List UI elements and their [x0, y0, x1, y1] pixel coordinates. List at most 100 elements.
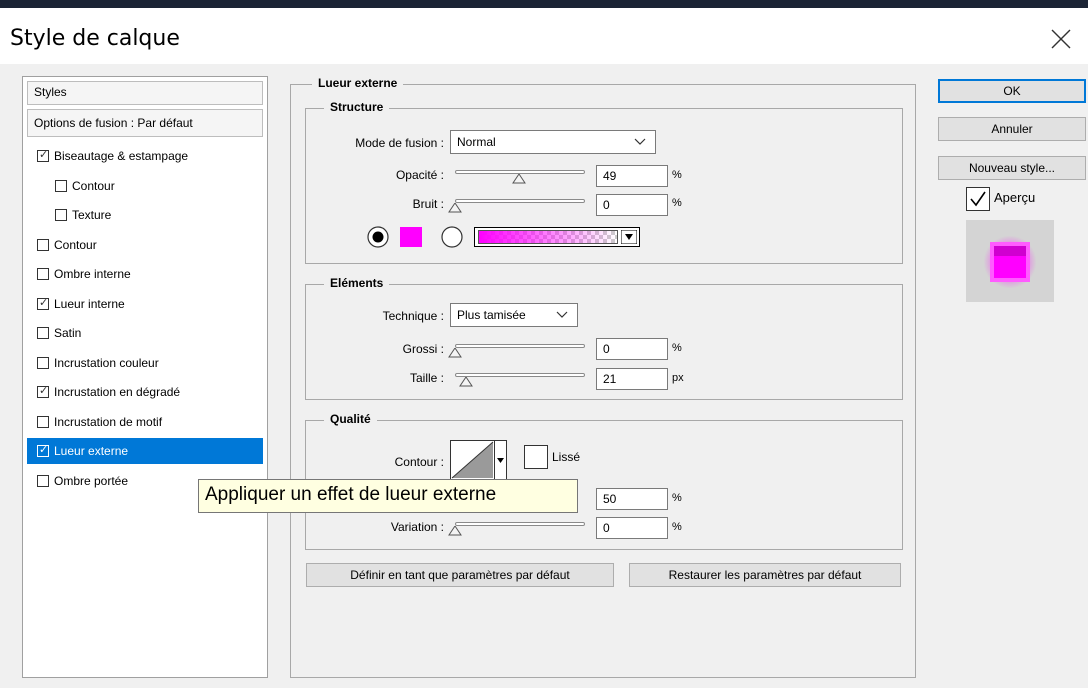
opacity-unit: % [672, 169, 682, 181]
gradient-preview [478, 230, 618, 244]
preview-label: Aperçu [994, 190, 1036, 205]
style-checkbox[interactable] [37, 474, 49, 487]
style-checkbox[interactable] [37, 443, 49, 457]
style-label: Incrustation en dégradé [54, 385, 181, 399]
solid-color-radio[interactable] [366, 225, 390, 249]
style-checkbox[interactable] [37, 356, 49, 369]
styles-header[interactable]: Styles [27, 81, 263, 105]
blend-mode-value: Normal [457, 135, 496, 149]
styles-list-item[interactable]: Texture [27, 202, 263, 228]
contour-curve-icon [450, 440, 507, 480]
style-checkbox[interactable] [37, 296, 49, 310]
spread-label: Grossi : [402, 342, 444, 356]
style-label: Lueur interne [54, 296, 125, 311]
antialias-label: Lissé [552, 450, 581, 464]
spread-unit: % [672, 342, 682, 354]
style-label: Contour [54, 237, 97, 252]
style-label: Ombre portée [54, 473, 129, 488]
styles-list-item[interactable]: Biseautage & estampage [27, 143, 263, 169]
styles-list-item[interactable]: Incrustation couleur [27, 350, 263, 376]
dialog-title: Style de calque [10, 26, 180, 51]
spread-input[interactable]: 0 [596, 338, 668, 360]
preview-checkbox[interactable] [966, 187, 990, 211]
chevron-down-icon [556, 311, 568, 318]
jitter-slider-track[interactable] [455, 522, 585, 526]
styles-list-item[interactable]: Incrustation de motif [27, 409, 263, 435]
style-label: Satin [54, 326, 82, 340]
style-checkbox[interactable] [37, 268, 49, 280]
style-label: Incrustation de motif [54, 414, 163, 429]
spread-slider-thumb[interactable] [448, 348, 462, 358]
dialog-titlebar: Style de calque [0, 8, 1088, 64]
make-default-button[interactable]: Définir en tant que paramètres par défau… [306, 563, 614, 587]
antialias-checkbox[interactable] [524, 445, 548, 469]
preview-thumbnail [966, 220, 1054, 302]
style-checkbox[interactable] [37, 384, 49, 398]
size-label: Taille : [409, 371, 444, 385]
style-checkbox[interactable] [55, 209, 67, 221]
styles-list-item[interactable]: Contour [27, 232, 263, 258]
jitter-unit: % [672, 521, 682, 533]
contour-picker[interactable] [450, 440, 508, 480]
preview-square [990, 242, 1030, 282]
style-label: Texture [72, 208, 112, 222]
contour-label: Contour : [394, 455, 444, 469]
noise-input[interactable]: 0 [596, 194, 668, 216]
styles-panel: Styles Options de fusion : Par défaut Bi… [22, 76, 268, 678]
style-checkbox[interactable] [37, 148, 49, 162]
cancel-button[interactable]: Annuler [938, 117, 1086, 141]
noise-slider-track[interactable] [455, 199, 585, 203]
opacity-label: Opacité : [395, 168, 444, 182]
elements-title: Eléments [324, 276, 390, 290]
blending-options-item[interactable]: Options de fusion : Par défaut [27, 109, 263, 137]
color-swatch[interactable] [400, 227, 422, 247]
gradient-radio[interactable] [440, 225, 464, 249]
spread-slider-track[interactable] [455, 344, 585, 348]
opacity-slider-thumb[interactable] [511, 174, 526, 184]
technique-label: Technique : [382, 309, 444, 323]
styles-list-item[interactable]: Ombre interne [27, 261, 263, 287]
close-icon[interactable] [1046, 24, 1076, 54]
styles-list-item[interactable]: Lueur interne [27, 291, 263, 317]
style-checkbox[interactable] [37, 327, 49, 339]
new-style-button[interactable]: Nouveau style... [938, 156, 1086, 180]
style-checkbox[interactable] [37, 238, 49, 251]
size-input[interactable]: 21 [596, 368, 668, 390]
style-checkbox[interactable] [37, 415, 49, 428]
size-slider-thumb[interactable] [458, 377, 473, 387]
size-unit: px [672, 372, 684, 384]
blend-mode-label: Mode de fusion : [355, 136, 444, 150]
tooltip: Appliquer un effet de lueur externe [198, 479, 578, 513]
style-label: Lueur externe [54, 444, 129, 458]
noise-unit: % [672, 197, 682, 209]
jitter-label: Variation : [390, 520, 444, 534]
outer-glow-title: Lueur externe [312, 76, 404, 90]
style-label: Biseautage & estampage [54, 149, 189, 163]
ok-button[interactable]: OK [938, 79, 1086, 103]
styles-list-item[interactable]: Incrustation en dégradé [27, 379, 263, 405]
style-label: Incrustation couleur [54, 355, 159, 370]
styles-list-item[interactable]: Satin [27, 320, 263, 346]
dropdown-arrow-icon [621, 230, 637, 244]
jitter-slider-thumb[interactable] [448, 526, 462, 536]
opacity-input[interactable]: 49 [596, 165, 668, 187]
range-unit: % [672, 492, 682, 504]
blend-mode-select[interactable]: Normal [450, 130, 656, 154]
window-top-strip [0, 0, 1088, 8]
styles-list-item[interactable]: Contour [27, 173, 263, 199]
chevron-down-icon [634, 138, 646, 145]
technique-select[interactable]: Plus tamisée [450, 303, 578, 327]
noise-slider-thumb[interactable] [448, 203, 462, 213]
range-input[interactable]: 50 [596, 488, 668, 510]
gradient-picker[interactable] [474, 227, 640, 247]
jitter-input[interactable]: 0 [596, 517, 668, 539]
check-icon [970, 191, 986, 207]
style-label: Contour [72, 178, 115, 193]
size-slider-track[interactable] [455, 373, 585, 377]
noise-label: Bruit : [412, 197, 444, 211]
style-checkbox[interactable] [55, 179, 67, 192]
styles-list-item[interactable]: Lueur externe [27, 438, 263, 464]
reset-default-button[interactable]: Restaurer les paramètres par défaut [629, 563, 901, 587]
style-label: Ombre interne [54, 267, 131, 281]
technique-value: Plus tamisée [457, 308, 526, 322]
